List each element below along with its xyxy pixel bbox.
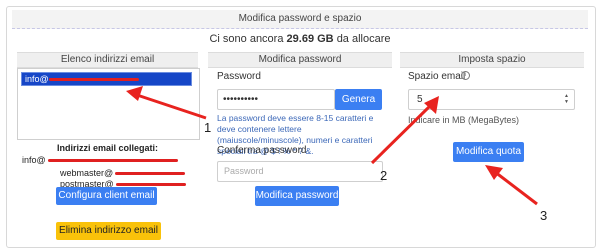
arrow-1 <box>136 93 207 120</box>
arrow-1-head <box>126 86 143 101</box>
callout-number-2: 2 <box>380 168 388 183</box>
callout-number-3: 3 <box>540 208 548 223</box>
arrow-3 <box>494 170 538 206</box>
arrow-2 <box>370 103 433 165</box>
annotation-arrows <box>126 86 538 206</box>
callout-number-1: 1 <box>204 120 212 135</box>
